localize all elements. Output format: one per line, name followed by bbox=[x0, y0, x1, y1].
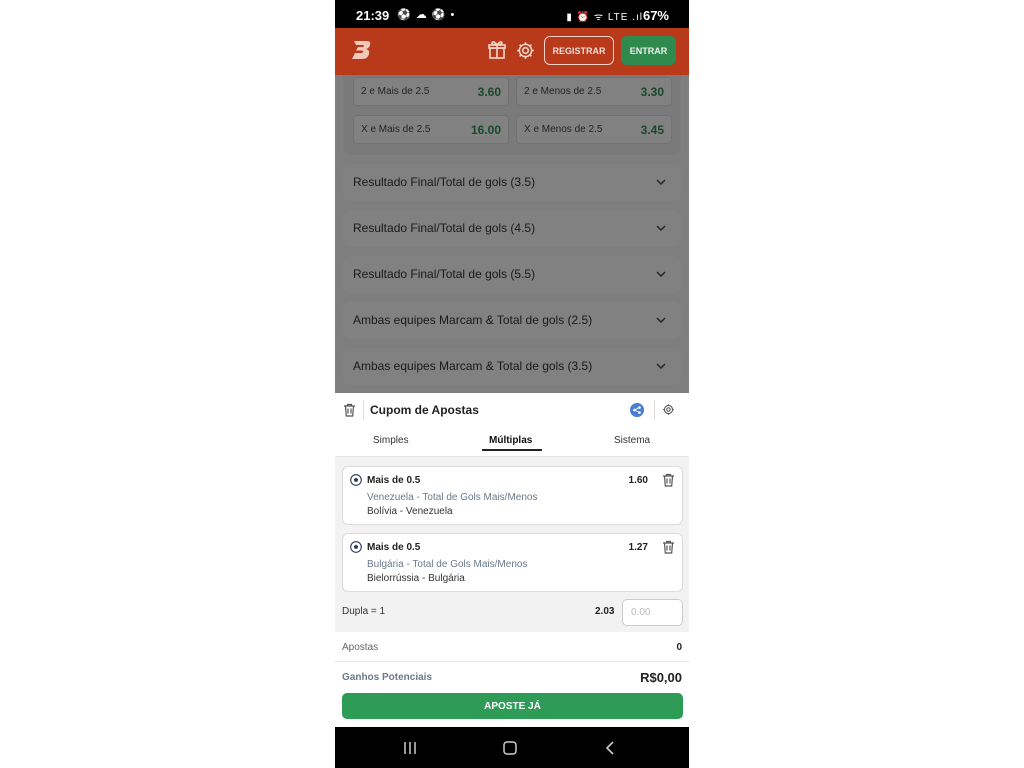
notification-icons: ⚽ ☁ ⚽ • bbox=[397, 9, 456, 21]
bet-slip-header: Cupom de Apostas bbox=[335, 393, 689, 427]
stake-input[interactable]: 0.00 bbox=[622, 599, 683, 626]
divider bbox=[654, 400, 655, 420]
bets-count-value: 0 bbox=[676, 642, 682, 653]
login-button[interactable]: ENTRAR bbox=[621, 36, 676, 65]
phone-screen: 21:39 ⚽ ☁ ⚽ • ▮ ⏰ ᯤ LTE .ıl 67% REGISTRA… bbox=[335, 0, 689, 768]
trash-icon[interactable] bbox=[343, 403, 356, 417]
divider bbox=[335, 661, 689, 662]
battery-level: 67% bbox=[642, 8, 669, 23]
bet-item: Mais de 0.5 Bulgária - Total de Gols Mai… bbox=[342, 533, 683, 592]
active-tab-indicator bbox=[482, 449, 542, 451]
bet-slip-title: Cupom de Apostas bbox=[370, 403, 479, 417]
register-button[interactable]: REGISTRAR bbox=[544, 36, 614, 65]
bets-count-label: Apostas bbox=[342, 642, 379, 653]
status-time: 21:39 bbox=[356, 8, 390, 23]
share-icon[interactable] bbox=[630, 403, 644, 417]
gift-icon[interactable] bbox=[487, 40, 507, 60]
status-bar: 21:39 ⚽ ☁ ⚽ • ▮ ⏰ ᯤ LTE .ıl 67% bbox=[335, 0, 689, 28]
bet-market: Bulgária - Total de Gols Mais/Menos bbox=[367, 559, 528, 570]
combo-label: Dupla = 1 bbox=[342, 606, 386, 617]
tab-sistema[interactable]: Sistema bbox=[614, 435, 650, 446]
bet-selection: Mais de 0.5 bbox=[367, 542, 421, 553]
system-nav-bar bbox=[335, 727, 689, 768]
bet-item: Mais de 0.5 Venezuela - Total de Gols Ma… bbox=[342, 466, 683, 525]
soccer-ball-icon bbox=[350, 541, 362, 553]
bet-summary: Apostas 0 Ganhos Potenciais R$0,00 APOST… bbox=[335, 632, 689, 727]
remove-bet-icon[interactable] bbox=[662, 473, 675, 487]
tab-simples[interactable]: Simples bbox=[373, 435, 409, 446]
bet-slip-panel: Cupom de Apostas Simples Múltiplas Siste… bbox=[335, 393, 689, 727]
modal-backdrop[interactable] bbox=[335, 75, 689, 393]
tab-multiplas[interactable]: Múltiplas bbox=[489, 435, 532, 446]
back-icon[interactable] bbox=[602, 740, 618, 756]
slip-settings-icon[interactable] bbox=[662, 403, 675, 416]
potential-winnings-value: R$0,00 bbox=[640, 670, 682, 685]
system-icons: ▮ ⏰ ᯤ LTE .ıl bbox=[566, 12, 643, 23]
recent-apps-icon[interactable] bbox=[402, 740, 418, 756]
combo-odd: 2.03 bbox=[595, 606, 615, 617]
bet-odd: 1.60 bbox=[628, 475, 648, 486]
bet-type-tabs: Simples Múltiplas Sistema bbox=[335, 427, 689, 457]
soccer-ball-icon bbox=[350, 474, 362, 486]
bet-event: Bolívia - Venezuela bbox=[367, 506, 453, 517]
bet-selection: Mais de 0.5 bbox=[367, 475, 421, 486]
home-icon[interactable] bbox=[502, 740, 518, 756]
potential-winnings-label: Ganhos Potenciais bbox=[342, 672, 433, 683]
settings-icon[interactable] bbox=[515, 40, 536, 61]
remove-bet-icon[interactable] bbox=[662, 540, 675, 554]
bet-odd: 1.27 bbox=[628, 542, 648, 553]
bet-event: Bielorrússia - Bulgária bbox=[367, 573, 465, 584]
divider bbox=[363, 400, 364, 420]
app-header: REGISTRAR ENTRAR bbox=[335, 28, 689, 75]
bet-market: Venezuela - Total de Gols Mais/Menos bbox=[367, 492, 538, 503]
place-bet-button[interactable]: APOSTE JÁ bbox=[342, 693, 683, 719]
brand-logo[interactable] bbox=[350, 38, 374, 62]
